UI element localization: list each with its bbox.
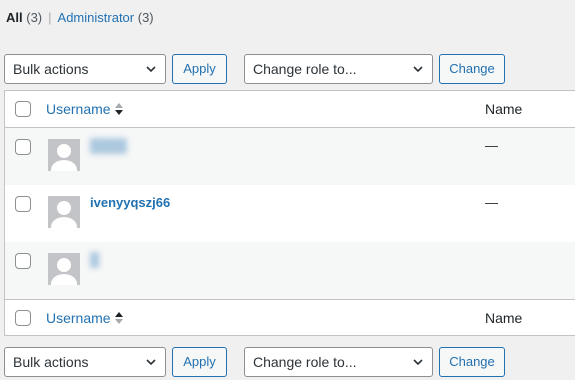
avatar (48, 253, 80, 285)
filter-all-link[interactable]: All (3) (6, 10, 42, 25)
select-all-checkbox[interactable] (15, 310, 31, 326)
username-link[interactable]: █ (90, 252, 99, 268)
change-role-select[interactable]: Change role to... (244, 347, 433, 377)
avatar (48, 139, 80, 171)
bulk-actions-label: Bulk actions (13, 354, 89, 370)
select-all-checkbox[interactable] (15, 101, 31, 117)
change-role-select[interactable]: Change role to... (244, 54, 433, 84)
avatar-icon (48, 196, 80, 228)
apply-button[interactable]: Apply (172, 347, 227, 377)
row-checkbox[interactable] (15, 139, 31, 155)
chevron-down-icon (146, 66, 156, 73)
avatar-icon (48, 139, 80, 171)
chevron-down-icon (146, 359, 156, 366)
change-role-button[interactable]: Change (439, 347, 505, 377)
table-row: ivenyyqszj66 — (5, 185, 575, 242)
bulk-actions-select[interactable]: Bulk actions (4, 347, 166, 377)
chevron-down-icon (413, 359, 423, 366)
change-role-button[interactable]: Change (439, 54, 505, 84)
username-link[interactable]: ivenyyqszj66 (90, 195, 170, 211)
role-filter-links: All (3) | Administrator (3) (6, 10, 154, 26)
name-column-header: Name (485, 101, 523, 117)
name-cell: — (485, 195, 498, 210)
bulk-actions-select[interactable]: Bulk actions (4, 54, 166, 84)
change-role-label: Change role to... (253, 354, 357, 370)
table-row: █ (5, 242, 575, 299)
table-footer-row: Username Name (5, 299, 575, 335)
sort-icon[interactable] (114, 311, 124, 325)
avatar (48, 196, 80, 228)
users-table: Username Name ████ — ivenyyqszj66 — █ Us… (4, 90, 575, 336)
apply-button[interactable]: Apply (172, 54, 227, 84)
name-column-header: Name (485, 310, 523, 326)
change-role-label: Change role to... (253, 61, 357, 77)
row-checkbox[interactable] (15, 253, 31, 269)
username-link[interactable]: ████ (90, 138, 127, 154)
row-checkbox[interactable] (15, 196, 31, 212)
username-column-sort[interactable]: Username (46, 100, 111, 118)
name-cell: — (485, 138, 498, 153)
chevron-down-icon (413, 66, 423, 73)
table-row: ████ — (5, 128, 575, 185)
username-column-sort[interactable]: Username (46, 309, 111, 327)
table-header-row: Username Name (5, 91, 575, 128)
bulk-actions-label: Bulk actions (13, 61, 89, 77)
filter-administrator-link[interactable]: Administrator (3) (58, 10, 154, 25)
sort-icon[interactable] (114, 102, 124, 116)
avatar-icon (48, 253, 80, 285)
filter-separator: | (48, 10, 52, 25)
